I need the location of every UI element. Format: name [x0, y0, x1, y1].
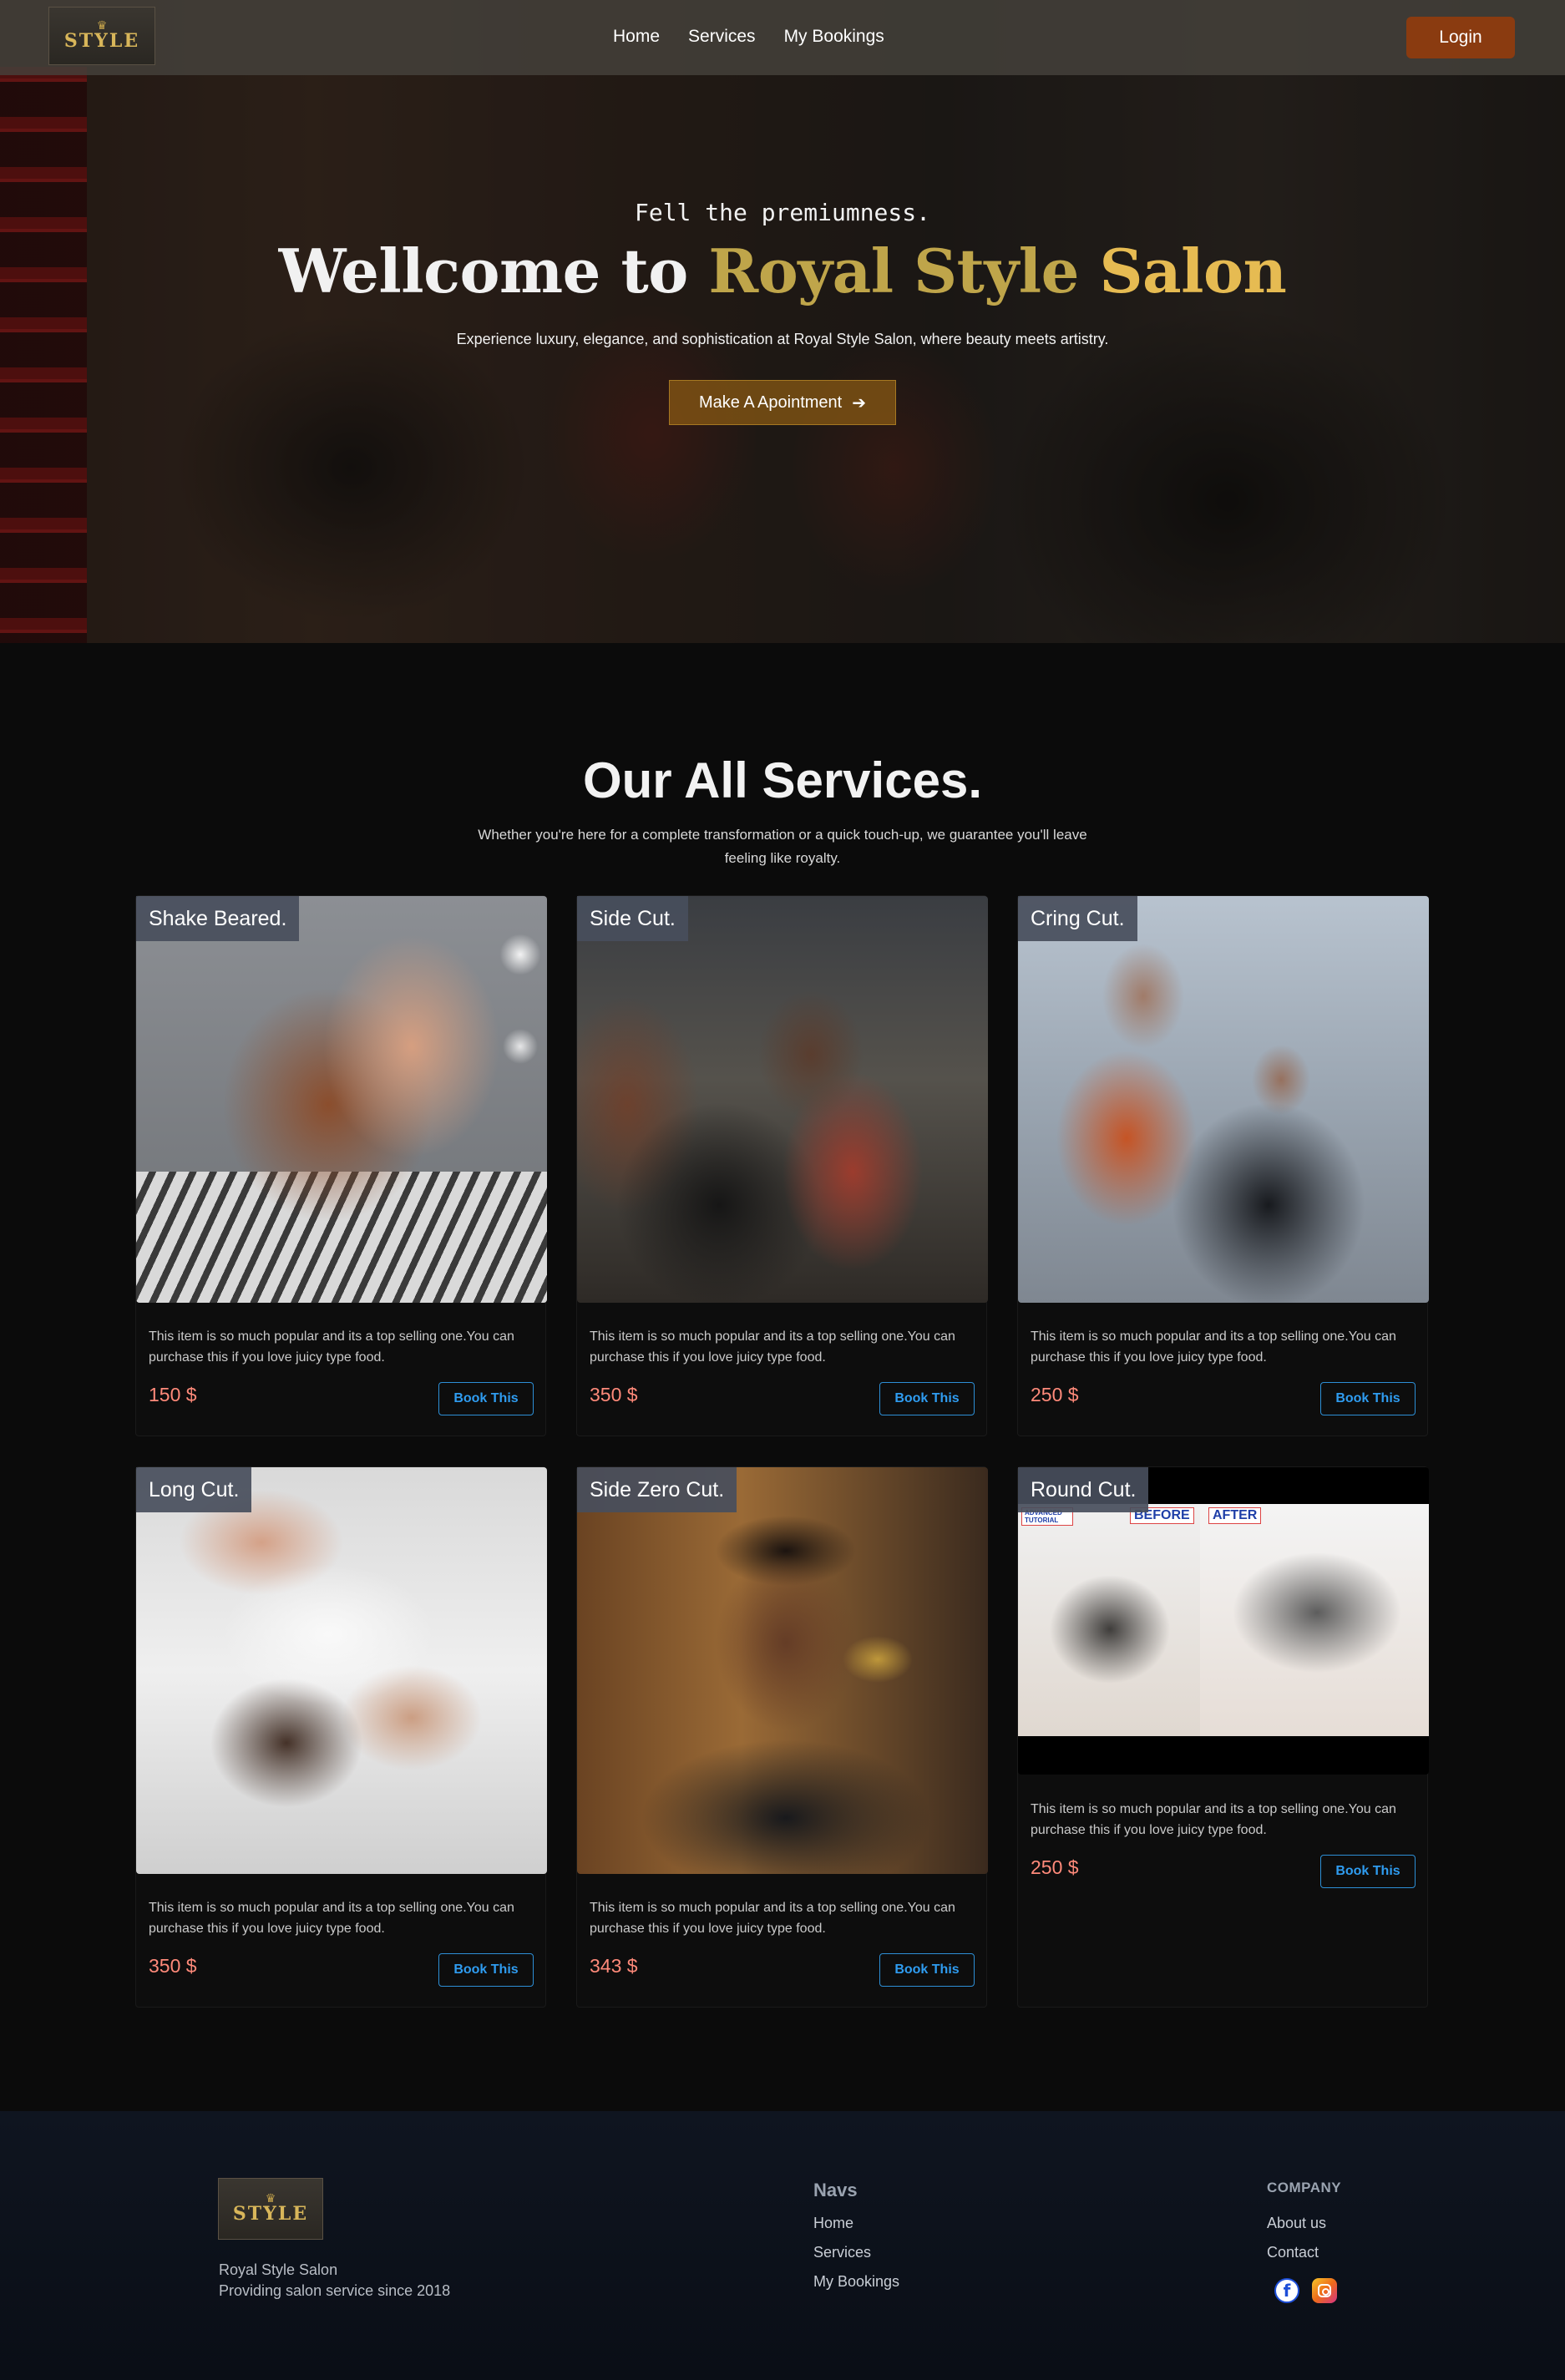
logo[interactable]: ♛ STYLE — [48, 7, 155, 65]
nav-links: Home Services My Bookings — [613, 27, 913, 47]
service-price: 350 $ — [590, 1384, 638, 1405]
book-button[interactable]: Book This — [879, 1953, 975, 1987]
book-button[interactable]: Book This — [1320, 1382, 1416, 1415]
nav-link-home[interactable]: Home — [613, 27, 660, 47]
service-description: This item is so much popular and its a t… — [149, 1901, 514, 1936]
service-card-round-cut: ADVANCED TUTORIAL BEFORE AFTER Round Cut… — [1017, 1466, 1429, 2008]
hero-section: Fell the premiumness. Wellcome to Royal … — [0, 0, 1565, 643]
logo-text: STYLE — [63, 30, 140, 52]
service-price: 350 $ — [149, 1955, 197, 1977]
service-name: Side Cut. — [577, 896, 688, 941]
hero-subtitle: Experience luxury, elegance, and sophist… — [456, 331, 1109, 347]
service-description: This item is so much popular and its a t… — [1031, 1329, 1396, 1365]
service-card-side-zero-cut: Side Zero Cut. This item is so much popu… — [576, 1466, 988, 2008]
service-description: This item is so much popular and its a t… — [149, 1329, 514, 1365]
service-name: Long Cut. — [136, 1467, 252, 1512]
hero-title-welcome: Wellcome to — [278, 235, 689, 306]
service-description: This item is so much popular and its a t… — [590, 1901, 955, 1936]
service-card-shake-beard: Shake Beared. This item is so much popul… — [135, 895, 547, 1436]
hero-title-salon: Salon — [1099, 235, 1287, 306]
footer-link-services[interactable]: Services — [813, 2244, 871, 2261]
book-button[interactable]: Book This — [1320, 1855, 1416, 1888]
make-appointment-label: Make A Apointment — [699, 392, 843, 412]
after-photo — [1200, 1504, 1429, 1736]
footer-brand: Royal Style Salon Providing salon servic… — [219, 2260, 450, 2302]
footer-logo-text: STYLE — [232, 2203, 309, 2225]
nav-link-my-bookings[interactable]: My Bookings — [784, 27, 884, 47]
footer-navs-title: Navs — [813, 2180, 858, 2200]
footer-logo[interactable]: ♛ STYLE — [218, 2178, 323, 2240]
service-name: Round Cut. — [1018, 1467, 1149, 1512]
service-card-cring-cut: Cring Cut. This item is so much popular … — [1017, 895, 1429, 1436]
service-name: Shake Beared. — [136, 896, 300, 941]
service-price: 343 $ — [590, 1955, 638, 1977]
book-button[interactable]: Book This — [438, 1382, 534, 1415]
service-description: This item is so much popular and its a t… — [1031, 1802, 1396, 1837]
arrow-right-icon: ➔ — [852, 392, 866, 413]
service-image — [577, 896, 988, 1303]
hero-title-brand: Royal Style — [708, 235, 1079, 306]
service-price: 250 $ — [1031, 1384, 1079, 1405]
service-image — [136, 896, 547, 1303]
footer: ♛ STYLE Royal Style Salon Providing salo… — [0, 2111, 1565, 2380]
service-image — [577, 1467, 988, 1874]
footer-link-home[interactable]: Home — [813, 2215, 853, 2232]
after-label: AFTER — [1208, 1507, 1262, 1524]
service-description: This item is so much popular and its a t… — [590, 1329, 955, 1365]
book-button[interactable]: Book This — [438, 1953, 534, 1987]
service-price: 250 $ — [1031, 1856, 1079, 1878]
hero-title: Wellcome to Royal Style Salon — [0, 235, 1565, 306]
footer-brand-name: Royal Style Salon — [219, 2261, 338, 2278]
service-card-long-cut: Long Cut. This item is so much popular a… — [135, 1466, 547, 2008]
service-image: ADVANCED TUTORIAL BEFORE AFTER — [1018, 1467, 1429, 1775]
hero-tagline: Fell the premiumness. — [634, 199, 930, 226]
make-appointment-button[interactable]: Make A Apointment ➔ — [669, 380, 896, 425]
footer-brand-tagline: Providing salon service since 2018 — [219, 2282, 451, 2299]
footer-link-contact[interactable]: Contact — [1267, 2244, 1319, 2261]
facebook-icon[interactable]: f — [1274, 2278, 1299, 2303]
book-button[interactable]: Book This — [879, 1382, 975, 1415]
navbar: ♛ STYLE Home Services My Bookings Login — [0, 0, 1565, 75]
nav-link-services[interactable]: Services — [688, 27, 756, 47]
footer-company-title: COMPANY — [1267, 2180, 1342, 2195]
service-name: Cring Cut. — [1018, 896, 1137, 941]
service-price: 150 $ — [149, 1384, 197, 1405]
service-image — [136, 1467, 547, 1874]
service-name: Side Zero Cut. — [577, 1467, 737, 1512]
login-button[interactable]: Login — [1406, 17, 1515, 58]
instagram-icon[interactable] — [1312, 2278, 1337, 2303]
services-subtitle: Whether you're here for a complete trans… — [478, 827, 1087, 866]
service-card-side-cut: Side Cut. This item is so much popular a… — [576, 895, 988, 1436]
service-image — [1018, 896, 1429, 1303]
services-title: Our All Services. — [582, 752, 982, 808]
footer-link-about-us[interactable]: About us — [1267, 2215, 1326, 2232]
before-photo — [1018, 1504, 1200, 1736]
footer-link-my-bookings[interactable]: My Bookings — [813, 2273, 899, 2291]
